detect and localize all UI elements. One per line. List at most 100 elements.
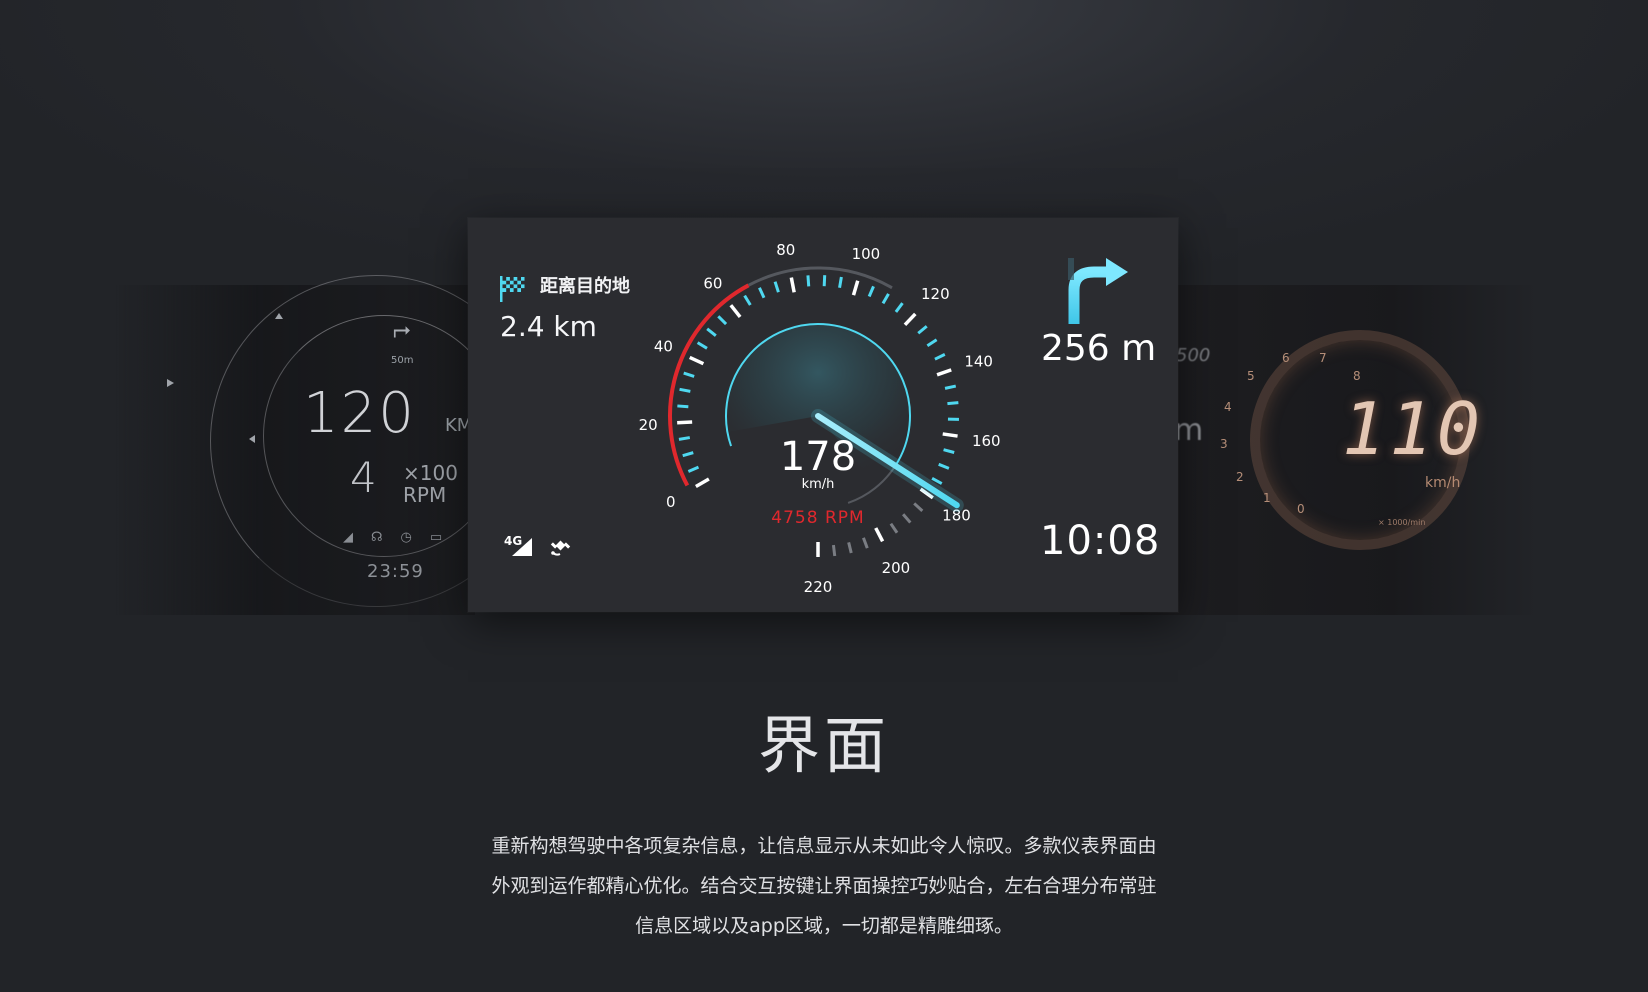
description-line: 重新构想驾驶中各项复杂信息，让信息显示从未如此令人惊叹。多款仪表界面由 [491,835,1157,857]
left-pointer-left-icon [249,435,255,443]
minor-tick [773,281,780,293]
satellite-icon [550,540,571,556]
minor-tick [934,353,946,361]
gauge-speed-unit: km/h [802,477,835,492]
left-clock: 23:59 [367,561,424,582]
major-tick [729,304,742,319]
major-tick [874,527,885,543]
rpm-rest-arc [747,266,893,290]
minor-tick [889,522,899,534]
tach-label-7: 7 [1319,351,1327,365]
right-dashboard-preview: 500 m 0 1 2 3 4 5 6 7 8 110 km/h × 1000/… [1120,285,1540,615]
minor-tick [717,315,728,326]
major-tick [677,420,693,425]
scale-label: 100 [852,245,881,263]
minor-tick [947,401,959,406]
description-line: 外观到运作都精心优化。结合交互按键让界面操控巧妙贴合，左右合理分布常驻 [491,875,1157,897]
gauge-speed-value: 178 [780,434,856,480]
tach-label-1: 1 [1263,491,1271,505]
signal-icon: ◢ [343,530,371,545]
minor-tick [838,276,843,289]
tach-label-6: 6 [1282,351,1290,365]
minor-tick [677,404,689,409]
left-marker-icon [167,379,174,387]
scale-label: 160 [972,432,1001,450]
minor-tick [913,502,924,512]
major-tick [851,280,860,296]
minor-tick [894,302,904,313]
scale-label: 60 [703,274,722,292]
major-tick [936,368,952,377]
major-tick [695,477,710,489]
minor-tick [881,293,890,305]
tach-label-2: 2 [1236,470,1244,484]
minor-tick [679,387,691,393]
minor-tick [696,341,708,350]
minor-tick [938,462,950,470]
main-dashboard: 距离目的地 2.4 km 256 m 4G 10:08 0 20 40 60 8… [468,218,1178,612]
scale-label: 120 [921,285,950,303]
left-pointer-up-icon [275,313,283,319]
right-odometer: 500 [1176,345,1211,366]
signal-strength-icon [512,538,532,556]
left-speed-value: 120 [303,381,416,446]
tach-label-3: 3 [1220,437,1228,451]
scale-label: 220 [804,578,833,596]
tach-label-4: 4 [1224,400,1232,414]
left-dashboard-preview: ⮣ 50m 120 KM 4 ×100 RPM ◢☊◷▭ 23:59 [115,275,542,615]
scale-label: 20 [639,416,658,434]
minor-tick [806,275,811,287]
showcase-stage: ⮣ 50m 120 KM 4 ×100 RPM ◢☊◷▭ 23:59 500 m… [0,0,1648,992]
left-rpm-multiplier: ×100 [403,461,458,485]
gauge-rpm-text: 4758 RPM [771,508,864,528]
satellite-icon: ☊ [371,530,401,545]
section-description: 重新构想驾驶中各项复杂信息，让信息显示从未如此令人惊叹。多款仪表界面由 外观到运… [466,826,1182,946]
scale-label: 40 [654,337,673,355]
gauge-marks: 020406080 100120140160180200220 [639,241,1001,596]
right-speed-value: 110 [1342,387,1485,471]
tach-label-8: 8 [1353,369,1361,383]
right-speed-unit: km/h [1425,475,1461,491]
turn-arrow-icon: ⮣ [393,317,411,342]
minor-tick [917,325,928,335]
left-status-icons: ◢☊◷▭ [343,530,460,545]
tach-label-5: 5 [1247,369,1255,383]
minor-tick [822,275,827,287]
turn-right-arrow-icon [1068,258,1128,324]
turn-distance: 256 m [1041,328,1157,369]
destination-label: 距离目的地 [540,276,630,297]
destination-distance: 2.4 km [500,310,597,343]
description-line: 信息区域以及app区域，一切都是精雕细琢。 [635,915,1013,937]
speedometer-gauge: 020406080 100120140160180200220 178 km/h … [639,241,1001,596]
left-rpm-label: RPM [403,483,447,507]
tach-label-0: 0 [1297,502,1305,516]
scale-label: 0 [666,493,676,511]
minor-tick [926,338,938,347]
left-gear-value: 4 [350,453,377,502]
left-nav-distance: 50m [391,355,414,366]
minor-tick [944,384,957,390]
minor-tick [683,371,695,378]
scale-label: 200 [882,559,911,577]
battery-icon: ▭ [429,530,461,545]
section-title: 界面 [757,709,890,782]
major-tick [789,277,796,293]
minor-tick [678,436,691,441]
minor-tick [862,537,869,549]
minor-tick [743,294,752,306]
minor-tick [758,287,766,299]
minor-tick [706,327,717,337]
right-distance-unit: m [1174,413,1204,448]
clock-icon: ◷ [400,530,430,545]
major-tick [903,312,917,327]
checkered-flag-icon [500,276,525,302]
minor-tick [901,513,912,524]
scale-label: 140 [964,352,993,370]
minor-tick [831,544,837,557]
major-tick [942,432,958,438]
minor-tick [682,451,694,458]
minor-tick [847,541,853,554]
major-tick [689,355,705,366]
minor-tick [687,465,700,473]
scale-label: 80 [776,241,795,259]
